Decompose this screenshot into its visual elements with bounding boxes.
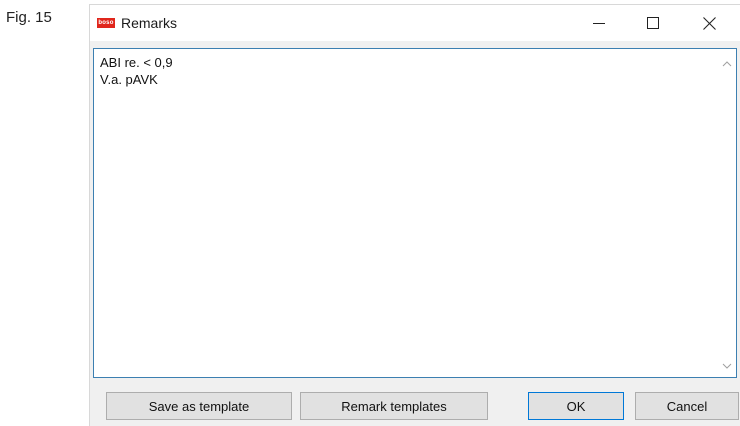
cancel-button[interactable]: Cancel [635, 392, 739, 420]
minimize-button[interactable] [576, 5, 622, 41]
maximize-button[interactable] [630, 5, 676, 41]
window-title: Remarks [121, 15, 178, 31]
remarks-dialog: boso Remarks ABI re. < 0,9 V.a. pAVK Sav… [89, 4, 740, 426]
close-icon [702, 16, 716, 30]
figure-label: Fig. 15 [6, 9, 52, 26]
minimize-icon [593, 23, 605, 24]
maximize-icon [647, 17, 659, 29]
chevron-up-icon[interactable] [722, 59, 732, 69]
remarks-line: V.a. pAVK [100, 72, 158, 87]
app-icon: boso [97, 18, 115, 28]
close-button[interactable] [686, 5, 732, 41]
save-as-template-button[interactable]: Save as template [106, 392, 292, 420]
remarks-textarea[interactable]: ABI re. < 0,9 V.a. pAVK [93, 48, 737, 378]
ok-button[interactable]: OK [528, 392, 624, 420]
remarks-text: ABI re. < 0,9 V.a. pAVK [100, 54, 173, 88]
chevron-down-icon[interactable] [722, 361, 732, 371]
remark-templates-button[interactable]: Remark templates [300, 392, 488, 420]
title-bar[interactable]: boso Remarks [90, 5, 740, 41]
remarks-line: ABI re. < 0,9 [100, 55, 173, 70]
